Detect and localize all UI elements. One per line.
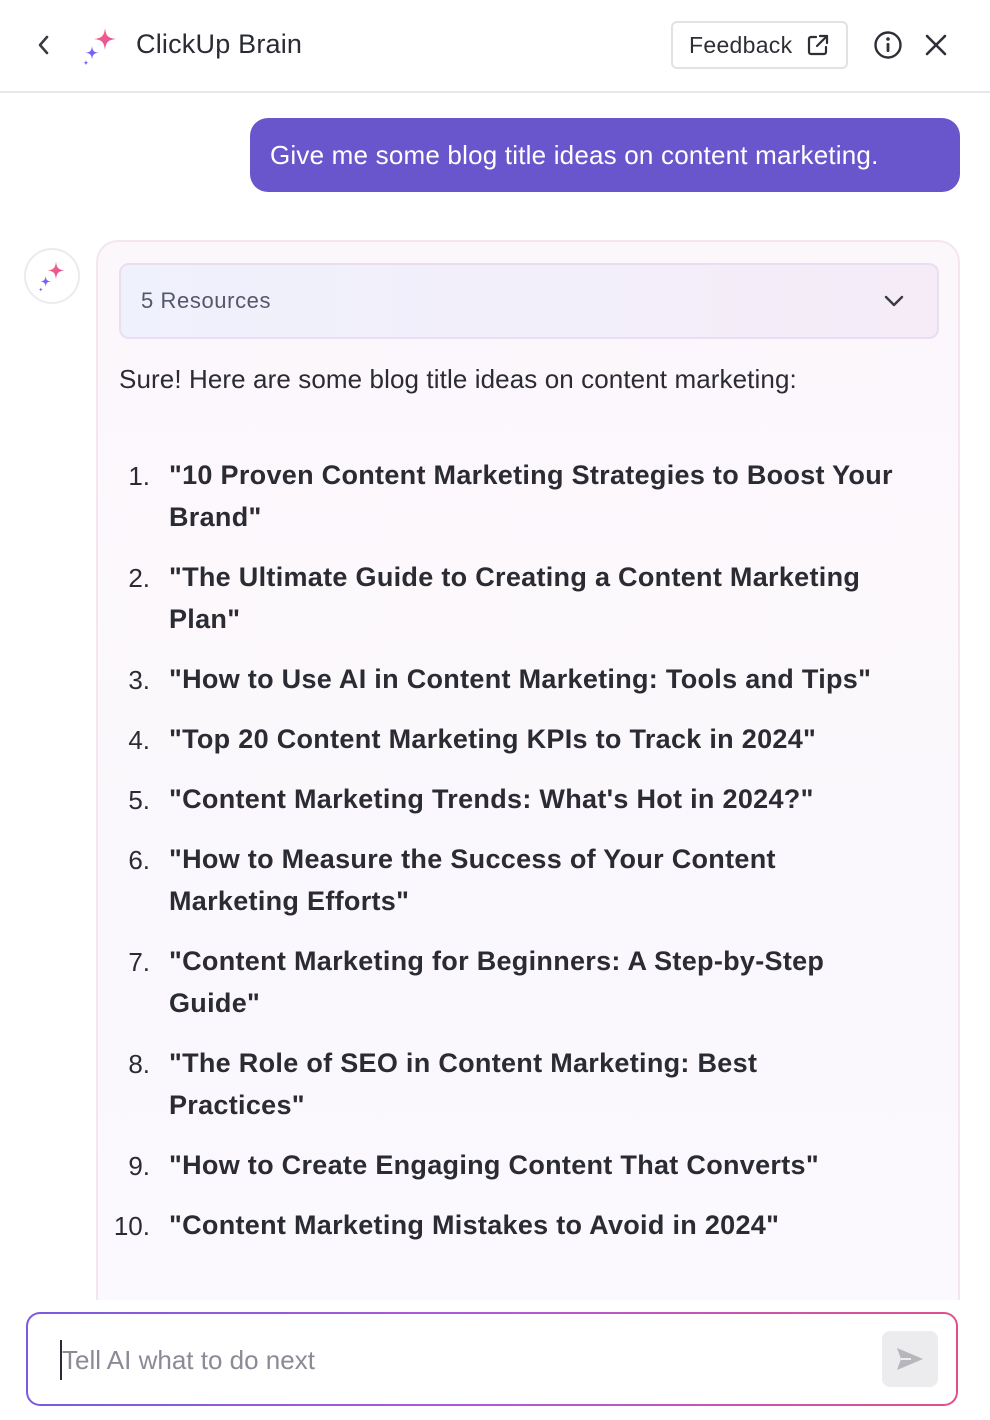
response-intro: Sure! Here are some blog title ideas on … (119, 364, 797, 394)
list-item-number: 10. (113, 1211, 150, 1241)
sparkle-icon (38, 261, 65, 292)
resources-dropdown[interactable]: 5 Resources (119, 263, 939, 339)
ai-response-card: 5 Resources Sure! Here are some blog tit… (96, 240, 960, 1300)
close-icon (925, 34, 947, 56)
page-title: ClickUp Brain (136, 29, 303, 59)
list-item-number: 1. (128, 461, 150, 491)
chevron-down-icon (884, 295, 904, 307)
list-item-number: 5. (128, 785, 150, 815)
ai-avatar (24, 248, 80, 304)
user-message-text: Give me some blog title ideas on content… (270, 139, 879, 170)
list-item-text: "The Ultimate Guide to Creating a Conten… (169, 562, 861, 634)
list-item-text: "Content Marketing Trends: What's Hot in… (169, 784, 814, 814)
feedback-button[interactable]: Feedback (671, 21, 848, 69)
composer-inner (28, 1314, 956, 1404)
list-item-text: "10 Proven Content Marketing Strategies … (169, 460, 893, 532)
send-button[interactable] (882, 1331, 938, 1387)
list-item-number: 8. (128, 1049, 150, 1079)
list-item-number: 4. (128, 725, 150, 755)
list-item-number: 7. (128, 947, 150, 977)
back-button[interactable] (30, 30, 56, 60)
send-icon (897, 1348, 923, 1370)
feedback-label: Feedback (689, 31, 793, 58)
close-button[interactable] (920, 29, 952, 61)
info-icon (874, 31, 902, 59)
list-item-text: "Top 20 Content Marketing KPIs to Track … (169, 724, 817, 754)
list-item-text: "How to Use AI in Content Marketing: Too… (169, 664, 872, 694)
prompt-input[interactable] (60, 1340, 840, 1380)
external-link-icon (808, 34, 829, 56)
list-item-text: "How to Create Engaging Content That Con… (169, 1150, 819, 1180)
chevron-left-icon (38, 35, 49, 55)
composer (26, 1312, 958, 1406)
list-item-number: 2. (128, 563, 150, 593)
list-item-text: "The Role of SEO in Content Marketing: B… (169, 1048, 758, 1120)
list-item-number: 6. (128, 845, 150, 875)
list-item-text: "Content Marketing Mistakes to Avoid in … (169, 1210, 780, 1240)
sparkle-icon (80, 26, 120, 66)
resources-label: 5 Resources (141, 288, 272, 313)
info-button[interactable] (872, 29, 904, 61)
list-item-number: 3. (128, 665, 150, 695)
user-message-bubble: Give me some blog title ideas on content… (250, 118, 960, 192)
list-item-text: "How to Measure the Success of Your Cont… (169, 844, 776, 916)
list-item-number: 9. (128, 1151, 150, 1181)
header-bar: ClickUp Brain Feedback (0, 0, 990, 93)
list-item-text: "Content Marketing for Beginners: A Step… (169, 946, 825, 1018)
